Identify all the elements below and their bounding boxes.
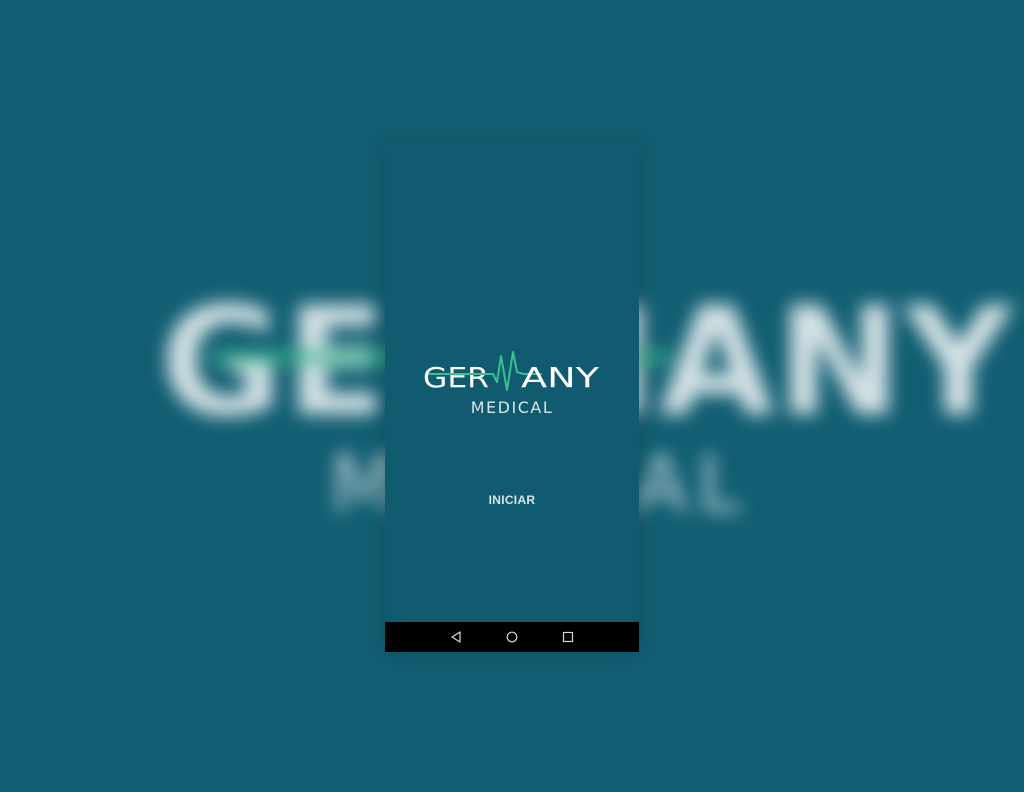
recents-icon	[562, 631, 574, 643]
phone-screen: GER ANY MEDICAL INICIAR	[385, 143, 639, 652]
start-button[interactable]: INICIAR	[472, 483, 552, 517]
germany-medical-logo: GER ANY MEDICAL	[423, 351, 600, 417]
logo-left-text: GER	[423, 361, 489, 394]
recents-button[interactable]	[557, 626, 579, 648]
splash-screen: GER ANY MEDICAL INICIAR	[385, 143, 639, 622]
logo-right-text: ANY	[521, 361, 600, 394]
logo-subtitle: MEDICAL	[471, 398, 553, 417]
home-button[interactable]	[501, 626, 523, 648]
home-icon	[506, 631, 518, 643]
back-icon	[451, 631, 461, 643]
back-button[interactable]	[445, 626, 467, 648]
android-nav-bar	[385, 622, 639, 652]
